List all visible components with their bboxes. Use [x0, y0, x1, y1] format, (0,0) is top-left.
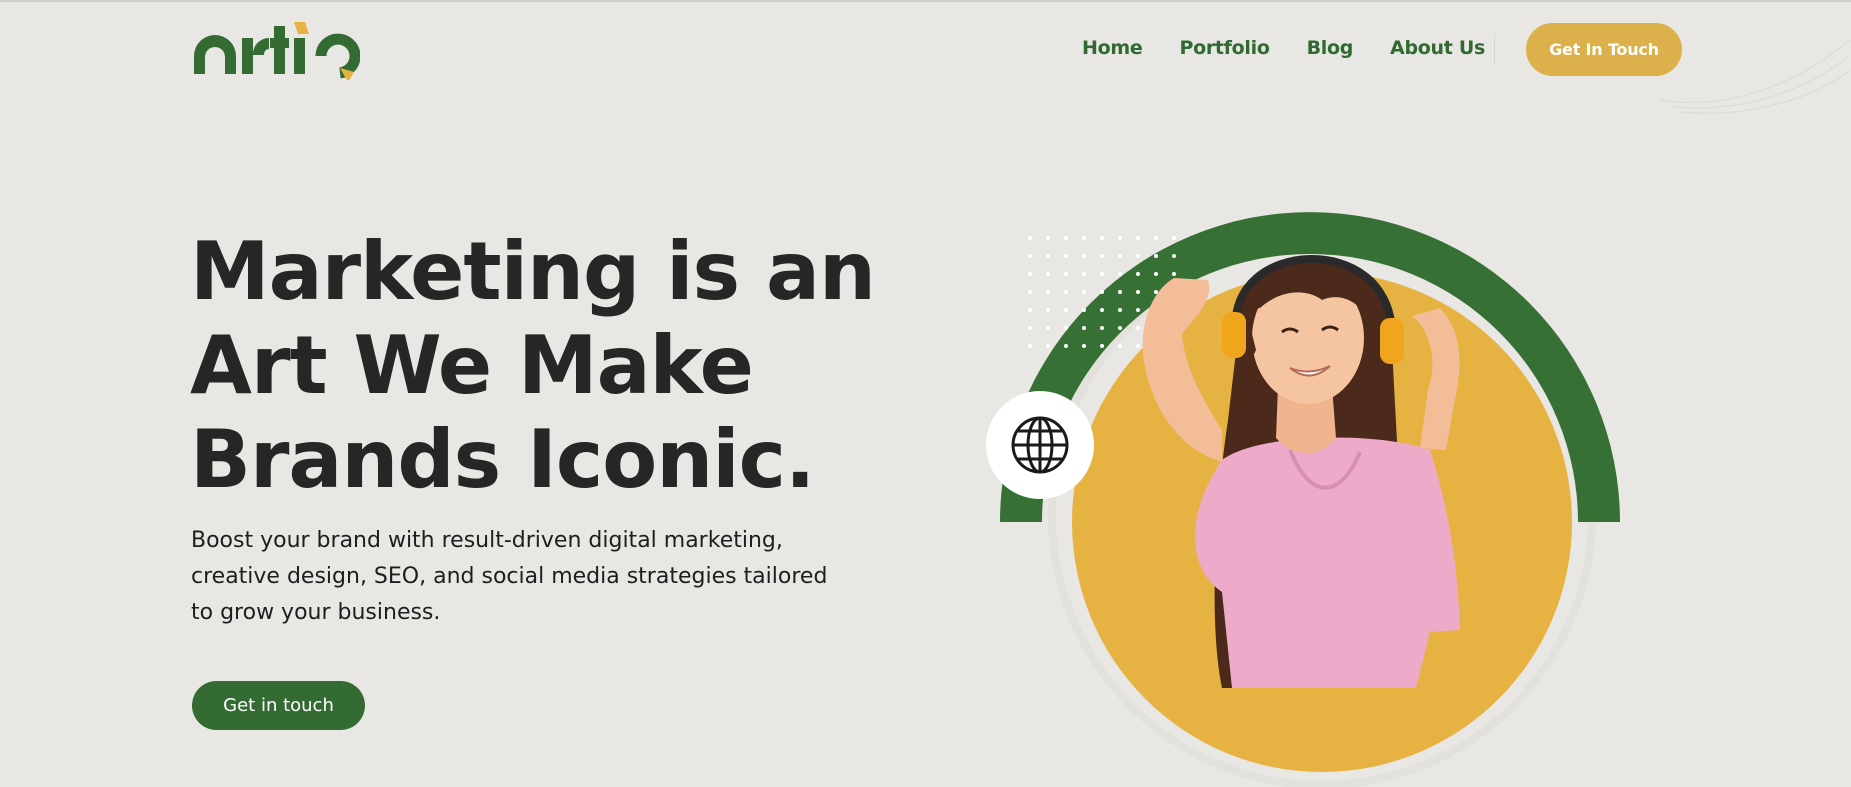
- globe-icon: [1011, 416, 1069, 474]
- headline-line: Brands Iconic.: [190, 413, 815, 506]
- hero-illustration: [1000, 212, 1620, 787]
- get-in-touch-hero-button[interactable]: Get in touch: [192, 681, 365, 730]
- decorative-swirl: [1659, 39, 1851, 114]
- subtext-line: to grow your business.: [191, 600, 441, 625]
- nav-blog-link[interactable]: Blog: [1307, 37, 1354, 59]
- hero-headline: Marketing is an Art We Make Brands Iconi…: [190, 225, 910, 507]
- globe-badge: [986, 391, 1094, 499]
- nav-divider: [1494, 34, 1495, 64]
- headline-line: Art We Make: [190, 319, 754, 412]
- subtext-line: creative design, SEO, and social media s…: [191, 564, 828, 589]
- top-border: [0, 0, 1851, 2]
- headline-line: Marketing is an: [190, 225, 876, 318]
- brand-logo[interactable]: artio: [190, 18, 360, 80]
- main-nav: Home Portfolio Blog About Us: [1082, 37, 1522, 59]
- nav-about-link[interactable]: About Us: [1390, 37, 1485, 59]
- nav-portfolio-link[interactable]: Portfolio: [1179, 37, 1269, 59]
- subtext-line: Boost your brand with result-driven digi…: [191, 528, 783, 553]
- hero-subtext: Boost your brand with result-driven digi…: [191, 523, 871, 631]
- nav-home-link[interactable]: Home: [1082, 37, 1143, 59]
